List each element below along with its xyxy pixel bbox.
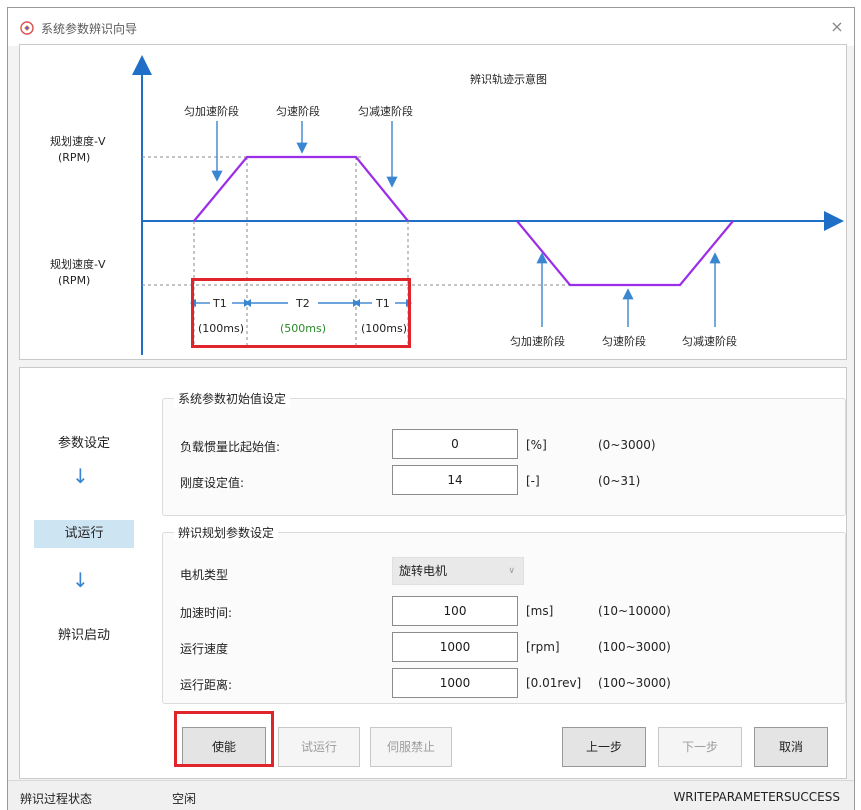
step-down-arrow-icon: ↓ <box>72 464 89 488</box>
trajectory-diagram-panel: 辨识轨迹示意图 规划速度-V (RPM) 规划速度-V (RPM) 匀加速阶段 … <box>19 44 847 360</box>
close-button[interactable]: × <box>826 16 848 38</box>
run-speed-label: 运行速度 <box>180 642 229 656</box>
motor-type-label: 电机类型 <box>180 568 229 582</box>
trial-run-button[interactable]: 试运行 <box>278 727 360 767</box>
stiffness-label: 刚度设定值: <box>180 476 245 490</box>
inertia-ratio-input[interactable]: 0 <box>392 429 518 459</box>
step-parameter-setting: 参数设定 <box>57 436 110 451</box>
initial-parameters-group: 系统参数初始值设定 负载惯量比起始值: 0 [%] (0~3000) 刚度设定值… <box>162 390 846 516</box>
run-speed-input[interactable]: 1000 <box>392 632 518 662</box>
run-distance-label: 运行距离: <box>180 678 233 692</box>
const-phase-label: 匀速阶段 <box>276 104 320 118</box>
run-distance-unit: [0.01rev] <box>526 676 582 690</box>
accel-time-input[interactable]: 100 <box>392 596 518 626</box>
accel-phase-label: 匀加速阶段 <box>184 104 239 118</box>
y-label-top-2: (RPM) <box>58 151 90 164</box>
status-bar: 辨识过程状态 空闲 WRITEPARAMETERSUCCESS <box>8 780 854 810</box>
const-phase-label-neg: 匀速阶段 <box>602 334 646 348</box>
run-distance-input[interactable]: 1000 <box>392 668 518 698</box>
decel-phase-label-neg: 匀减速阶段 <box>682 334 737 348</box>
stiffness-unit: [-] <box>526 474 540 488</box>
status-label: 辨识过程状态 <box>20 792 93 806</box>
step-down-arrow-icon: ↓ <box>72 568 89 592</box>
app-icon <box>20 21 34 35</box>
decel-phase-label: 匀减速阶段 <box>358 104 413 118</box>
accel-time-label: 加速时间: <box>180 606 233 620</box>
y-label-bottom-2: (RPM) <box>58 274 90 287</box>
velocity-profile-positive <box>193 155 409 222</box>
accel-phase-label-neg: 匀加速阶段 <box>510 334 565 348</box>
chevron-down-icon: ∨ <box>508 566 515 576</box>
trajectory-diagram: 辨识轨迹示意图 规划速度-V (RPM) 规划速度-V (RPM) 匀加速阶段 … <box>50 55 844 355</box>
run-distance-range: (100~3000) <box>598 676 671 690</box>
prev-step-button[interactable]: 上一步 <box>562 727 646 767</box>
accel-time-unit: [ms] <box>526 604 554 618</box>
cancel-button[interactable]: 取消 <box>754 727 828 767</box>
stiffness-range: (0~31) <box>598 474 641 488</box>
wizard-body: 参数设定 ↓ 试运行 ↓ 辨识启动 系统参数初始值设定 负载惯量比起始值: 0 … <box>19 367 847 779</box>
wizard-steps: 参数设定 ↓ 试运行 ↓ 辨识启动 <box>20 368 148 778</box>
accel-time-range: (10~10000) <box>598 604 671 618</box>
servo-off-button[interactable]: 伺服禁止 <box>370 727 452 767</box>
y-label-bottom-1: 规划速度-V <box>50 257 106 271</box>
step-trial-run: 试运行 <box>34 520 134 548</box>
window-title: 系统参数辨识向导 <box>41 22 138 36</box>
motor-type-value: 旋转电机 <box>399 564 448 578</box>
title-bar: 系统参数辨识向导 × <box>8 8 854 46</box>
status-message: WRITEPARAMETERSUCCESS <box>673 790 840 804</box>
velocity-profile-negative <box>516 220 734 287</box>
run-speed-range: (100~3000) <box>598 640 671 654</box>
inertia-ratio-label: 负载惯量比起始值: <box>180 440 281 454</box>
inertia-ratio-range: (0~3000) <box>598 438 656 452</box>
stiffness-input[interactable]: 14 <box>392 465 518 495</box>
next-step-button[interactable]: 下一步 <box>658 727 742 767</box>
step-identification-start: 辨识启动 <box>57 628 110 643</box>
status-state: 空闲 <box>172 792 197 806</box>
planning-parameters-group: 辨识规划参数设定 电机类型 旋转电机 ∨ 加速时间: 100 [ms] (10~… <box>162 524 846 704</box>
diagram-title: 辨识轨迹示意图 <box>470 72 547 86</box>
group-title: 辨识规划参数设定 <box>174 524 279 541</box>
enable-highlight-box <box>174 711 274 767</box>
y-label-top-1: 规划速度-V <box>50 134 106 148</box>
timing-highlight-box <box>191 278 411 348</box>
group-title: 系统参数初始值设定 <box>174 390 291 407</box>
identification-wizard-window: 系统参数辨识向导 × 辨识轨迹示意图 规划速度-V (RPM) 规划速度-V (… <box>7 7 855 810</box>
motor-type-select[interactable]: 旋转电机 ∨ <box>392 557 524 585</box>
run-speed-unit: [rpm] <box>526 640 560 654</box>
inertia-ratio-unit: [%] <box>526 438 547 452</box>
